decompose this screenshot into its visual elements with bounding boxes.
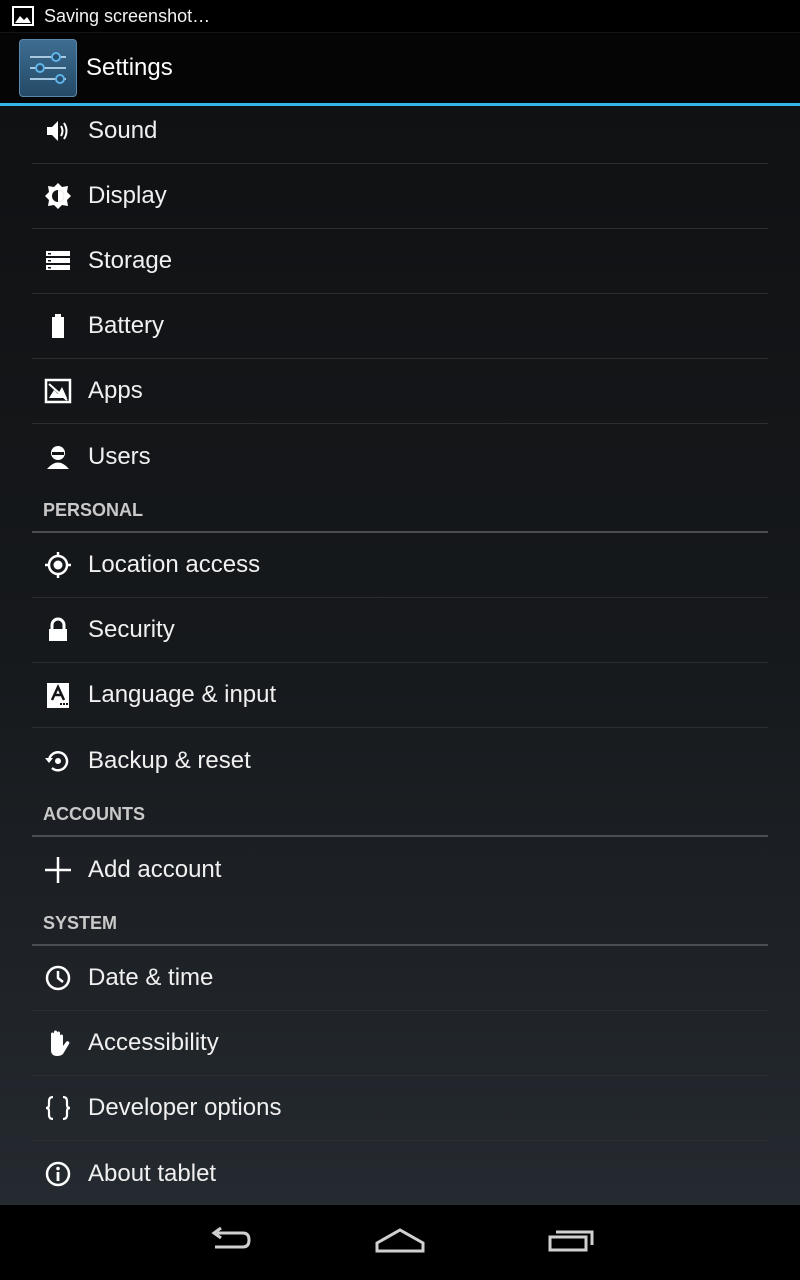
settings-item-about-tablet[interactable]: About tablet	[32, 1141, 768, 1205]
action-bar: Settings	[0, 33, 800, 106]
section-header-accounts: ACCOUNTS	[32, 793, 768, 837]
settings-item-label: Language & input	[88, 681, 277, 708]
battery-icon	[43, 311, 73, 341]
settings-item-accessibility[interactable]: Accessibility	[32, 1011, 768, 1076]
settings-item-sound[interactable]: Sound	[32, 106, 768, 164]
lock-icon	[43, 615, 73, 645]
back-button[interactable]	[170, 1205, 290, 1280]
settings-item-label: Security	[88, 616, 175, 643]
settings-item-label: About tablet	[88, 1159, 217, 1187]
settings-item-label: Display	[88, 182, 167, 209]
settings-item-label: Date & time	[88, 964, 214, 991]
settings-item-label: Accessibility	[88, 1029, 219, 1056]
section-header-system: SYSTEM	[32, 902, 768, 946]
settings-item-date-time[interactable]: Date & time	[32, 946, 768, 1011]
section-header-label: ACCOUNTS	[43, 803, 145, 824]
plus-icon	[43, 855, 73, 885]
user-icon	[43, 442, 73, 472]
status-bar: Saving screenshot…	[0, 0, 800, 33]
apps-icon	[43, 376, 73, 406]
speaker-icon	[43, 116, 73, 146]
settings-item-backup-reset[interactable]: Backup & reset	[32, 728, 768, 793]
settings-screen: Saving screenshot… Settings Sound Displa…	[0, 0, 800, 1280]
settings-item-label: Storage	[88, 247, 173, 274]
home-button[interactable]	[340, 1205, 460, 1280]
section-header-personal: PERSONAL	[32, 489, 768, 533]
hand-icon	[43, 1028, 73, 1058]
settings-item-battery[interactable]: Battery	[32, 294, 768, 359]
settings-item-label: Apps	[88, 377, 143, 404]
settings-item-users[interactable]: Users	[32, 424, 768, 489]
settings-item-apps[interactable]: Apps	[32, 359, 768, 424]
storage-icon	[43, 246, 73, 276]
settings-item-label: Location access	[88, 551, 261, 578]
settings-item-label: Add account	[88, 855, 222, 883]
settings-item-developer-options[interactable]: Developer options	[32, 1076, 768, 1141]
settings-item-label: Developer options	[88, 1094, 282, 1121]
settings-item-storage[interactable]: Storage	[32, 229, 768, 294]
image-icon	[12, 6, 34, 26]
page-title: Settings	[86, 54, 173, 81]
recents-icon	[546, 1225, 596, 1260]
settings-item-security[interactable]: Security	[32, 598, 768, 663]
info-icon	[43, 1159, 73, 1189]
settings-list: Sound Display Storage Battery Apps Users…	[0, 106, 800, 1205]
location-icon	[43, 550, 73, 580]
settings-item-add-account[interactable]: Add account	[32, 837, 768, 902]
settings-item-label: Users	[88, 442, 151, 470]
navigation-bar	[0, 1205, 800, 1280]
notification-text: Saving screenshot…	[44, 5, 211, 26]
brightness-icon	[43, 181, 73, 211]
recents-button[interactable]	[511, 1205, 631, 1280]
braces-icon	[43, 1093, 73, 1123]
settings-item-location-access[interactable]: Location access	[32, 533, 768, 598]
home-icon	[374, 1225, 426, 1260]
back-icon	[205, 1225, 255, 1260]
clock-icon	[43, 963, 73, 993]
settings-sliders-icon[interactable]	[19, 39, 77, 97]
section-header-label: SYSTEM	[43, 912, 118, 933]
settings-item-label: Sound	[88, 117, 158, 144]
settings-item-display[interactable]: Display	[32, 164, 768, 229]
settings-item-language-input[interactable]: Language & input	[32, 663, 768, 728]
keyboard-a-icon	[43, 680, 73, 710]
backup-icon	[43, 746, 73, 776]
settings-item-label: Backup & reset	[88, 746, 251, 774]
section-header-label: PERSONAL	[43, 499, 144, 520]
settings-item-label: Battery	[88, 312, 165, 339]
